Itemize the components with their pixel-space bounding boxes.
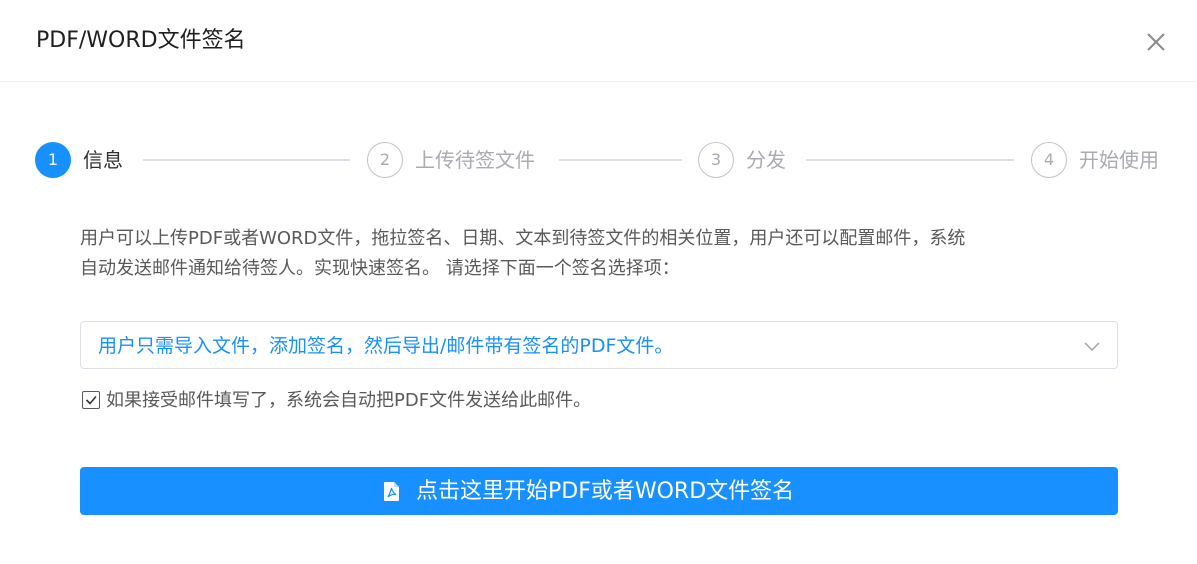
description-line-1: 用户可以上传PDF或者WORD文件，拖拉签名、日期、文本到待签文件的相关位置，用… xyxy=(80,228,966,249)
description: 用户可以上传PDF或者WORD文件，拖拉签名、日期、文本到待签文件的相关位置，用… xyxy=(80,224,1120,284)
steps-bar: 1 信息 2 上传待签文件 3 分发 4 开始使用 xyxy=(0,140,1197,180)
email-checkbox-label: 如果接受邮件填写了，系统会自动把PDF文件发送给此邮件。 xyxy=(106,390,592,411)
step-connector xyxy=(559,159,682,161)
sign-option-value: 用户只需导入文件，添加签名，然后导出/邮件带有签名的PDF文件。 xyxy=(98,335,674,357)
start-signing-label: 点击这里开始PDF或者WORD文件签名 xyxy=(416,479,795,504)
chevron-down-icon xyxy=(1083,337,1101,355)
file-pdf-icon xyxy=(384,482,400,501)
checkmark-icon xyxy=(85,395,97,405)
step-4-number: 4 xyxy=(1031,142,1067,178)
step-2-label: 上传待签文件 xyxy=(415,148,535,172)
step-connector xyxy=(143,159,350,161)
description-line-2: 自动发送邮件通知给待签人。实现快速签名。 请选择下面一个签名选择项： xyxy=(80,258,680,279)
step-4-label: 开始使用 xyxy=(1079,148,1159,172)
close-icon[interactable] xyxy=(1144,30,1168,54)
step-3-number: 3 xyxy=(698,142,734,178)
sign-dialog: PDF/WORD文件签名 1 信息 2 上传待签文件 3 分发 4 开始使用 用… xyxy=(0,0,1197,564)
step-1-label: 信息 xyxy=(83,148,123,172)
sign-option-select[interactable]: 用户只需导入文件，添加签名，然后导出/邮件带有签名的PDF文件。 xyxy=(80,321,1118,369)
dialog-title: PDF/WORD文件签名 xyxy=(36,28,246,53)
dialog-header: PDF/WORD文件签名 xyxy=(0,0,1197,82)
email-checkbox[interactable] xyxy=(82,391,100,409)
step-2-number: 2 xyxy=(367,142,403,178)
step-connector xyxy=(806,159,1014,161)
start-signing-button[interactable]: 点击这里开始PDF或者WORD文件签名 xyxy=(80,467,1118,515)
step-1-number: 1 xyxy=(35,142,71,178)
step-3-label: 分发 xyxy=(746,148,786,172)
